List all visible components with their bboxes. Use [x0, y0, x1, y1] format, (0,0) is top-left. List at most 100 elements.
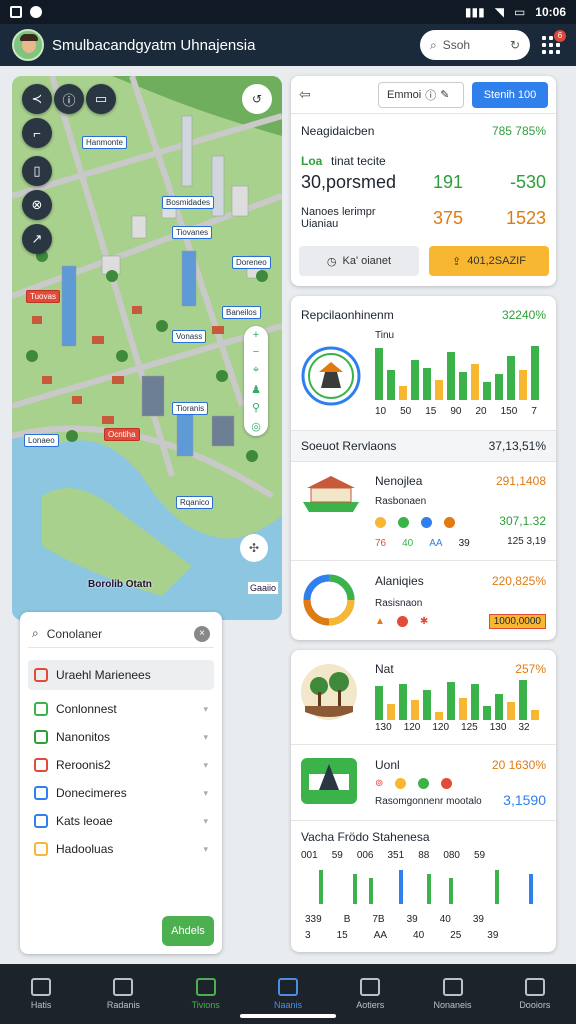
- item-value: 291,1408: [495, 474, 546, 488]
- bar: [435, 380, 443, 400]
- map-label[interactable]: Tuovas: [26, 290, 60, 303]
- refresh-icon[interactable]: ↻: [510, 38, 520, 52]
- map-label[interactable]: Tiovanes: [172, 226, 213, 239]
- layer-item[interactable]: Nanonitos ▾: [28, 724, 214, 750]
- home-indicator[interactable]: [240, 1014, 336, 1018]
- bar: [459, 372, 467, 400]
- clear-icon[interactable]: ×: [194, 625, 210, 642]
- item-name: Uonl: [375, 758, 400, 772]
- chevron-down-icon[interactable]: ▾: [203, 732, 208, 743]
- map-label[interactable]: Tioranis: [172, 402, 209, 415]
- layer-item[interactable]: Kats leoae ▾: [28, 808, 214, 834]
- bar: [495, 694, 503, 720]
- sim-icon: [10, 6, 22, 18]
- status-dot-icon: [375, 517, 386, 528]
- battery-icon: ▭: [513, 5, 526, 19]
- layer-item[interactable]: Reroonis2 ▾: [28, 752, 214, 778]
- zoom-out-icon[interactable]: −: [253, 346, 259, 358]
- map-label[interactable]: Doreneo: [232, 256, 271, 269]
- avatar[interactable]: [12, 29, 44, 61]
- edit-icon: ✎: [440, 89, 450, 101]
- map-tool-panel-icon[interactable]: ▯: [22, 156, 52, 186]
- nav-item[interactable]: Aotiers: [329, 964, 411, 1024]
- chevron-down-icon[interactable]: ▾: [203, 704, 208, 715]
- zoom-in-icon[interactable]: +: [253, 329, 259, 341]
- chevron-down-icon[interactable]: ▾: [203, 760, 208, 771]
- compass-icon[interactable]: ✣: [240, 534, 268, 562]
- map-label[interactable]: Hanmonte: [82, 136, 127, 149]
- filter-select[interactable]: Emmoi ⓘ ✎: [378, 81, 464, 108]
- action-button[interactable]: Stenih 100: [472, 81, 548, 108]
- layer-item[interactable]: Hadooluas ▾: [28, 836, 214, 862]
- search-input[interactable]: ⌕ Ssoh ↻: [420, 30, 530, 60]
- layer-item[interactable]: Conlonnest ▾: [28, 696, 214, 722]
- nav-item[interactable]: Hatis: [0, 964, 82, 1024]
- search-icon: ⌕: [430, 37, 437, 52]
- axis-label: 39: [406, 914, 418, 925]
- bay-label: Borolib Otatn: [88, 579, 152, 590]
- city-map[interactable]: ≺ ⓘ ▭ ⌐ ▯ ⊗ ↗ ↺ Hanmonte Bosmidades Tiov…: [12, 76, 282, 620]
- layer-swatch: [34, 786, 48, 800]
- map-rotate-icon[interactable]: ↺: [242, 84, 272, 114]
- map-label[interactable]: Bosmidades: [162, 196, 215, 209]
- axis-label: 339: [305, 914, 322, 925]
- back-icon[interactable]: ⇦: [299, 86, 311, 103]
- item-tag: 1000,0000: [488, 614, 546, 629]
- map-tool-select-icon[interactable]: ≺: [22, 84, 52, 114]
- link-icon: ✱: [419, 616, 429, 627]
- map-label[interactable]: Ocntiha: [104, 428, 140, 441]
- bar: [495, 374, 503, 400]
- axis-label: 130: [489, 722, 507, 733]
- nav-item[interactable]: Dooiors: [494, 964, 576, 1024]
- map-tool-layer-icon[interactable]: ▭: [86, 84, 116, 114]
- zoom-control[interactable]: + − ⌖ ♟ ⚲ ◎: [244, 326, 268, 436]
- layer-swatch: [34, 702, 48, 716]
- layer-search-input[interactable]: ⌕ Conolaner ×: [28, 620, 214, 648]
- locate-icon[interactable]: ◎: [251, 420, 261, 433]
- app-bar: Smulbacandgyatm Uhnajensia ⌕ Ssoh ↻ 6: [0, 24, 576, 66]
- axis-label: 351: [387, 850, 405, 861]
- item-status-icons: ⊚: [375, 778, 453, 789]
- bike-icon[interactable]: ⚲: [252, 401, 260, 414]
- bar: [447, 352, 455, 400]
- layer-label: Nanonitos: [56, 730, 111, 744]
- nav-item[interactable]: Tivions: [165, 964, 247, 1024]
- map-tool-globe-icon[interactable]: ⊗: [22, 190, 52, 220]
- row1-val1: 191: [433, 172, 464, 192]
- chevron-down-icon[interactable]: ▾: [203, 816, 208, 827]
- item-value: 20 1630%: [491, 758, 546, 772]
- chevron-down-icon[interactable]: ▾: [203, 788, 208, 799]
- axis-label: 20: [475, 406, 487, 417]
- item-mark: 39: [458, 538, 470, 549]
- map-tool-measure-icon[interactable]: ⌐: [22, 118, 52, 148]
- pin-icon[interactable]: ⌖: [253, 364, 259, 377]
- layer-item[interactable]: Donecimeres ▾: [28, 780, 214, 806]
- layer-label: Conlonnest: [56, 702, 117, 716]
- item-name: Nat: [375, 662, 394, 676]
- map-label[interactable]: Baneilos: [222, 306, 261, 319]
- ferry-icon: [303, 476, 359, 512]
- map-label[interactable]: Rqanico: [176, 496, 214, 509]
- axis-label: 59: [331, 850, 343, 861]
- apps-grid-icon[interactable]: 6: [538, 30, 566, 58]
- nav-item[interactable]: Radanis: [82, 964, 164, 1024]
- nav-item[interactable]: Nonaneis: [411, 964, 493, 1024]
- secondary-button[interactable]: ◷ Ka' oianet: [299, 246, 419, 276]
- map-label[interactable]: Vonass: [172, 330, 207, 343]
- map-tool-route-icon[interactable]: ↗: [22, 224, 52, 254]
- apply-layers-button[interactable]: Ahdels: [162, 916, 214, 946]
- axis-label: 39: [472, 914, 484, 925]
- item-num: 307,1.32: [499, 514, 546, 528]
- map-label[interactable]: Lonaeo: [24, 434, 59, 447]
- pedestrian-icon[interactable]: ♟: [251, 383, 261, 396]
- chevron-down-icon[interactable]: ▾: [203, 844, 208, 855]
- bar: [483, 706, 491, 720]
- bar: [387, 704, 395, 720]
- layer-item[interactable]: Uraehl Marienees: [28, 660, 214, 690]
- row1-val2: -530: [509, 172, 546, 192]
- axis-label: 15: [425, 406, 437, 417]
- map-tool-info-icon[interactable]: ⓘ: [54, 84, 84, 114]
- bar: [375, 348, 383, 400]
- mini-column: [369, 878, 373, 904]
- primary-button[interactable]: ⇪ 401,2SAZIF: [429, 246, 549, 276]
